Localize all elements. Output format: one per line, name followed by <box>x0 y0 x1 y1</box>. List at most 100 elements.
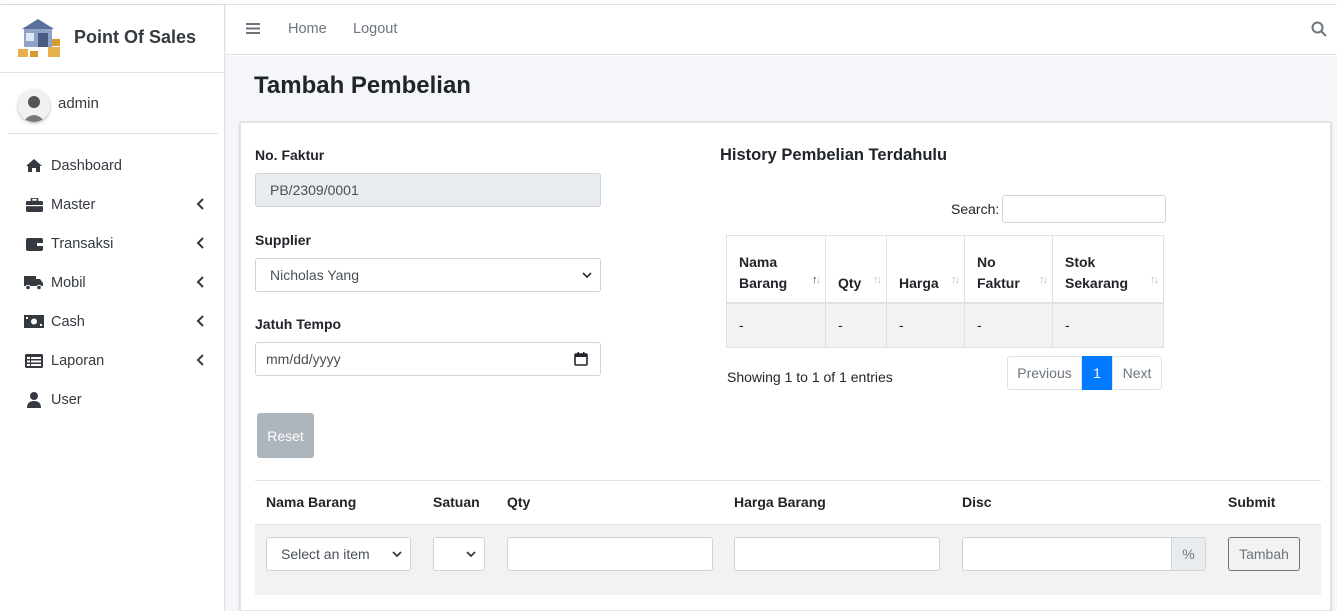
page-title: Tambah Pembelian <box>254 72 471 99</box>
sidebar-item-label: User <box>51 391 82 408</box>
sidebar-item-label: Dashboard <box>51 157 122 174</box>
table-cell: - <box>726 302 826 348</box>
item-select[interactable]: Select an item <box>266 537 411 571</box>
col-stok-sekarang[interactable]: Stok Sekarang ↑↓ <box>1052 235 1164 304</box>
pagination-page-1[interactable]: 1 <box>1082 356 1112 390</box>
pagination-previous[interactable]: Previous <box>1007 356 1082 390</box>
top-navbar: Home Logout <box>226 5 1337 55</box>
col-no-faktur[interactable]: No Faktur ↑↓ <box>964 235 1053 304</box>
content-wrapper: Tambah Pembelian No. Faktur PB/2309/0001… <box>226 56 1337 611</box>
money-bill-icon <box>24 314 44 330</box>
user-panel[interactable]: admin <box>8 74 218 134</box>
sidebar-item-user[interactable]: User <box>8 380 218 419</box>
brand-title: Point Of Sales <box>74 27 197 47</box>
chevron-left-icon <box>196 198 204 210</box>
search-icon[interactable] <box>1311 21 1327 37</box>
calendar-icon[interactable] <box>574 352 588 366</box>
column-label: Qty <box>838 274 862 291</box>
column-label: Harga <box>899 274 939 291</box>
col-harga[interactable]: Harga ↑↓ <box>886 235 965 304</box>
item-header-satuan: Satuan <box>433 494 480 510</box>
column-label: Stok Sekarang <box>1065 253 1129 291</box>
sort-icon: ↑↓ <box>873 273 882 286</box>
divider <box>255 480 1321 481</box>
faktur-field: PB/2309/0001 <box>255 173 601 207</box>
tambah-button[interactable]: Tambah <box>1228 537 1300 571</box>
nav-home-link[interactable]: Home <box>288 21 327 37</box>
chevron-left-icon <box>196 276 204 288</box>
wallet-icon <box>24 236 44 252</box>
faktur-label: No. Faktur <box>255 147 325 163</box>
faktur-value: PB/2309/0001 <box>270 182 359 198</box>
history-header-row: Nama Barang ↑↓ Qty ↑↓ Harga ↑↓ No Faktur ↑↓ … <box>726 235 1164 304</box>
sidebar-item-dashboard[interactable]: Dashboard <box>8 146 218 185</box>
brand[interactable]: Point Of Sales <box>0 5 225 73</box>
sidebar-item-label: Master <box>51 196 96 213</box>
supplier-label: Supplier <box>255 232 312 248</box>
sort-icon: ↑↓ <box>1150 273 1159 286</box>
table-cell: - <box>964 302 1053 348</box>
table-row: - - - - - <box>726 302 1164 348</box>
sidebar: Point Of Sales admin Dashboard Master Tr… <box>0 5 225 611</box>
hamburger-menu-icon[interactable] <box>246 22 260 35</box>
tempo-placeholder: mm/dd/yyyy <box>266 351 341 367</box>
qty-input[interactable] <box>507 537 713 571</box>
sidebar-item-label: Laporan <box>51 352 105 369</box>
sidebar-item-mobil[interactable]: Mobil <box>8 263 218 302</box>
item-header-qty: Qty <box>507 494 531 510</box>
history-search-label: Search: <box>951 201 1000 217</box>
table-cell: - <box>825 302 887 348</box>
sidebar-item-master[interactable]: Master <box>8 185 218 224</box>
pagination-next[interactable]: Next <box>1112 356 1162 390</box>
user-icon <box>24 391 44 408</box>
item-header-nama: Nama Barang <box>266 494 357 510</box>
sidebar-item-label: Mobil <box>51 274 86 291</box>
disc-input[interactable] <box>962 537 1172 571</box>
item-entry-row: Select an item % Tambah <box>255 524 1321 595</box>
tempo-date-input[interactable]: mm/dd/yyyy <box>255 342 601 376</box>
reset-button[interactable]: Reset <box>257 413 314 458</box>
percent-addon: % <box>1171 537 1206 571</box>
chevron-down-icon <box>582 272 592 279</box>
pagination: Previous 1 Next <box>1007 356 1162 390</box>
sidebar-item-cash[interactable]: Cash <box>8 302 218 341</box>
table-cell: - <box>1052 302 1164 348</box>
sidebar-item-transaksi[interactable]: Transaksi <box>8 224 218 263</box>
history-table: Nama Barang ↑↓ Qty ↑↓ Harga ↑↓ No Faktur ↑↓ … <box>726 235 1164 348</box>
briefcase-icon <box>24 197 44 213</box>
nav-logout-link[interactable]: Logout <box>353 21 397 37</box>
sidebar-item-label: Cash <box>51 313 85 330</box>
chevron-down-icon <box>466 551 476 558</box>
item-header-submit: Submit <box>1228 494 1276 510</box>
chevron-left-icon <box>196 315 204 327</box>
supplier-select[interactable]: Nicholas Yang <box>255 258 601 292</box>
item-header-disc: Disc <box>962 494 992 510</box>
chevron-left-icon <box>196 354 204 366</box>
satuan-select[interactable] <box>433 537 485 571</box>
sort-icon: ↑↓ <box>951 273 960 286</box>
column-label: Nama Barang <box>739 253 788 291</box>
column-label: No Faktur <box>977 253 1020 291</box>
item-select-placeholder: Select an item <box>281 546 370 562</box>
user-avatar-icon <box>18 90 50 122</box>
home-icon <box>24 158 44 174</box>
table-cell: - <box>886 302 965 348</box>
harga-input[interactable] <box>734 537 940 571</box>
table-info: Showing 1 to 1 of 1 entries <box>727 369 893 385</box>
sidebar-nav: Dashboard Master Transaksi Mobil Cash La… <box>8 146 218 419</box>
chevron-down-icon <box>392 551 402 558</box>
truck-icon <box>24 275 44 291</box>
col-qty[interactable]: Qty ↑↓ <box>825 235 887 304</box>
supplier-value: Nicholas Yang <box>270 267 359 283</box>
history-search-input[interactable] <box>1002 195 1166 223</box>
sort-asc-icon: ↑↓ <box>812 273 821 286</box>
sidebar-item-label: Transaksi <box>51 235 114 252</box>
history-title: History Pembelian Terdahulu <box>720 146 948 164</box>
item-header-harga: Harga Barang <box>734 494 826 510</box>
sort-icon: ↑↓ <box>1039 273 1048 286</box>
store-logo-icon <box>18 19 60 57</box>
chevron-left-icon <box>196 237 204 249</box>
sidebar-item-laporan[interactable]: Laporan <box>8 341 218 380</box>
list-icon <box>24 353 44 369</box>
col-nama-barang[interactable]: Nama Barang ↑↓ <box>726 235 826 304</box>
